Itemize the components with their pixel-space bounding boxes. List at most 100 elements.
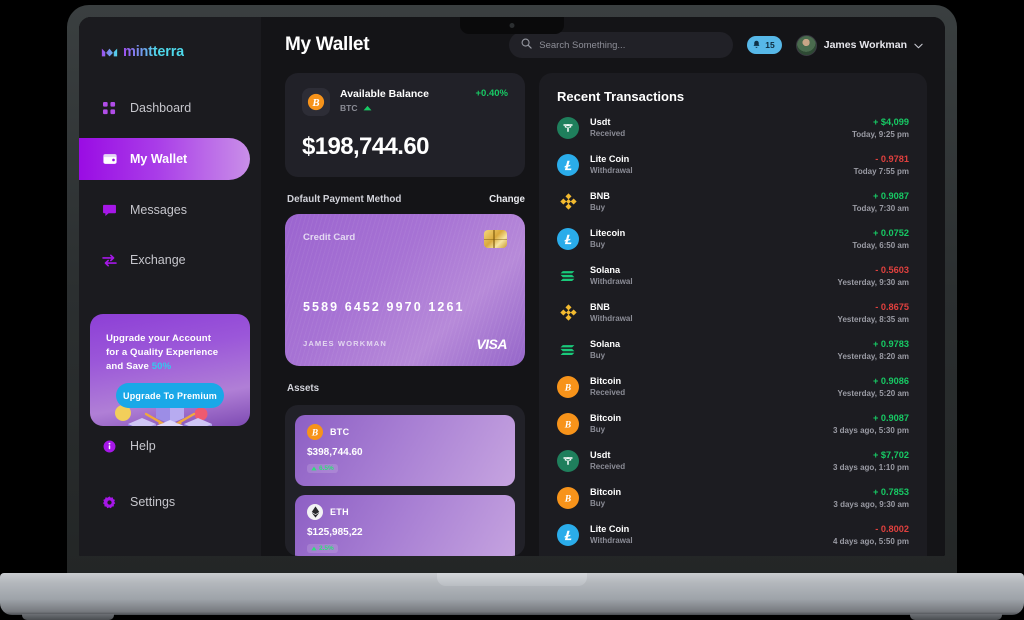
transaction-row[interactable]: Solana Withdrawal - 0.5603 Yesterday, 9:30 … — [557, 257, 909, 294]
bell-icon — [752, 40, 761, 51]
avatar — [795, 34, 817, 56]
bitcoin-icon: B — [557, 486, 579, 509]
transaction-name: Bitcoin — [590, 376, 622, 386]
payment-section-header: Default Payment Method Change — [287, 194, 525, 205]
transaction-time: Yesterday, 8:20 am — [837, 351, 909, 361]
laptop-lid: mintterra Dashboard My Wallet Messages E… — [67, 5, 957, 578]
laptop-foot-right — [910, 614, 1002, 620]
transaction-row[interactable]: Lite Coin Withdrawal - 0.9781 Today 7:55 pm — [557, 146, 909, 183]
transaction-type: Buy — [590, 203, 606, 212]
transaction-type: Buy — [590, 425, 606, 434]
sidebar-item-label: My Wallet — [130, 152, 188, 166]
transaction-name: Bitcoin — [590, 487, 622, 497]
assets-section-label: Assets — [287, 383, 320, 394]
transaction-row[interactable]: Usdt Received + $7,702 3 days ago, 1:10 pm — [557, 442, 909, 479]
asset-value: $125,985,22 — [307, 527, 363, 538]
asset-symbol: ETH — [330, 507, 349, 517]
card-number: 5589 6452 9970 1261 — [303, 300, 465, 314]
transaction-type: Withdrawal — [590, 166, 633, 175]
transaction-amount: + $7,702 — [872, 449, 909, 460]
credit-card[interactable]: Credit Card 5589 6452 9970 1261 JAMES WO… — [285, 214, 525, 366]
main-area: My Wallet Search Something... 15 James W… — [261, 17, 945, 556]
notifications-badge[interactable]: 15 — [747, 36, 782, 54]
screen-notch — [460, 17, 564, 34]
transaction-amount: + $4,099 — [872, 116, 909, 127]
transaction-amount: + 0.9783 — [872, 338, 909, 349]
transaction-name: BNB — [590, 302, 610, 312]
transaction-row[interactable]: B Bitcoin Received + 0.9086 Yesterday, 5:20 … — [557, 368, 909, 405]
sidebar-item-messages[interactable]: Messages — [79, 190, 261, 230]
transaction-time: Today, 9:25 pm — [851, 129, 909, 139]
transaction-name: BNB — [590, 191, 610, 201]
transaction-type: Received — [590, 129, 626, 138]
bitcoin-icon: B — [557, 412, 579, 435]
search-bar[interactable] — [509, 32, 734, 58]
asset-card-eth[interactable]: ETH $125,985,22 2.5% — [295, 495, 515, 556]
transaction-info: Solana Withdrawal — [590, 265, 633, 286]
transaction-name: Usdt — [590, 117, 611, 127]
transaction-time: 3 days ago, 1:10 pm — [832, 462, 909, 472]
exchange-arrows-icon — [102, 253, 117, 268]
transaction-row[interactable]: Usdt Received + $4,099 Today, 9:25 pm — [557, 109, 909, 146]
upgrade-to-premium-button[interactable]: Upgrade To Premium — [116, 383, 224, 408]
laptop-mockup: mintterra Dashboard My Wallet Messages E… — [0, 0, 1024, 620]
balance-symbol-row: BTC — [340, 103, 429, 113]
sidebar-item-exchange[interactable]: Exchange — [79, 240, 261, 280]
search-input[interactable] — [539, 39, 722, 51]
transaction-name: Lite Coin — [590, 524, 630, 534]
chevron-down-icon — [914, 36, 923, 54]
transaction-row[interactable]: BNB Buy + 0.9087 Today, 7:30 am — [557, 183, 909, 220]
card-holder-name: JAMES WORKMAN — [303, 339, 387, 348]
brand-name: mintterra — [123, 44, 185, 60]
transaction-time: Today, 6:50 am — [852, 240, 909, 250]
sidebar-item-help[interactable]: Help — [79, 426, 261, 466]
asset-change-value: 2.5% — [319, 545, 334, 552]
wallet-column: B Available Balance BTC +0.40% $198,744.… — [285, 73, 525, 556]
content-area: B Available Balance BTC +0.40% $198,744.… — [261, 73, 945, 556]
sidebar-item-my-wallet[interactable]: My Wallet — [79, 138, 250, 180]
transaction-amount: + 0.7853 — [872, 486, 909, 497]
sidebar-item-dashboard[interactable]: Dashboard — [79, 88, 261, 128]
wallet-icon — [102, 152, 117, 167]
assets-list: B BTC $398,744.60 6.5% ETH $125,985,22 2… — [285, 405, 525, 556]
brand-logo[interactable]: mintterra — [79, 39, 261, 60]
transaction-meta: + 0.9783 Yesterday, 8:20 am — [838, 339, 909, 361]
chat-icon — [102, 203, 117, 218]
transaction-row[interactable]: Litecoin Buy + 0.0752 Today, 6:50 am — [557, 220, 909, 257]
sidebar-item-label: Settings — [130, 495, 176, 509]
transaction-row[interactable]: BNB Withdrawal - 0.8675 Yesterday, 8:35 am — [557, 294, 909, 331]
transaction-meta: + 0.0752 Today, 6:50 am — [852, 228, 909, 250]
bitcoin-icon: B — [307, 424, 323, 440]
transaction-row[interactable]: Lite Coin Withdrawal - 0.8002 4 days ago, 5… — [557, 516, 909, 553]
sidebar-item-label: Exchange — [130, 253, 186, 267]
available-balance-card: B Available Balance BTC +0.40% $198,744.… — [285, 73, 525, 177]
asset-header: ETH — [307, 504, 503, 520]
user-menu[interactable]: James Workman — [795, 34, 923, 56]
sidebar-item-settings[interactable]: Settings — [79, 482, 261, 522]
laptop-foot-left — [22, 614, 114, 620]
notifications-count: 15 — [765, 40, 775, 50]
litecoin-icon — [557, 153, 579, 176]
asset-card-btc[interactable]: B BTC $398,744.60 6.5% — [295, 415, 515, 486]
laptop-base — [0, 573, 1024, 620]
top-bar: My Wallet Search Something... 15 James W… — [261, 17, 945, 73]
emv-chip-icon — [484, 230, 507, 248]
balance-label: Available Balance — [340, 88, 429, 100]
asset-value: $398,744.60 — [307, 447, 363, 458]
transactions-list[interactable]: Usdt Received + $4,099 Today, 9:25 pm Lite C… — [557, 109, 909, 556]
transaction-type: Withdrawal — [590, 277, 633, 286]
transaction-info: BNB Withdrawal — [590, 302, 633, 323]
sidebar-item-label: Help — [130, 439, 156, 453]
transaction-row[interactable]: B Bitcoin Buy + 0.7853 3 days ago, 9:30 am — [557, 479, 909, 516]
asset-change-badge: 2.5% — [307, 544, 338, 553]
transaction-amount: + 0.9086 — [872, 375, 909, 386]
transaction-time: Today, 7:30 am — [852, 203, 909, 213]
transaction-row[interactable]: Solana Buy + 0.9783 Yesterday, 8:20 am — [557, 331, 909, 368]
transaction-meta: + $4,099 Today, 9:25 pm — [852, 117, 909, 139]
transaction-info: Bitcoin Received — [590, 376, 625, 397]
change-payment-button[interactable]: Change — [489, 194, 525, 205]
transaction-type: Buy — [590, 351, 606, 360]
transaction-type: Buy — [590, 240, 606, 249]
assets-section-header: Assets — [287, 383, 525, 394]
transaction-row[interactable]: B Bitcoin Buy + 0.9087 3 days ago, 5:30 pm — [557, 405, 909, 442]
